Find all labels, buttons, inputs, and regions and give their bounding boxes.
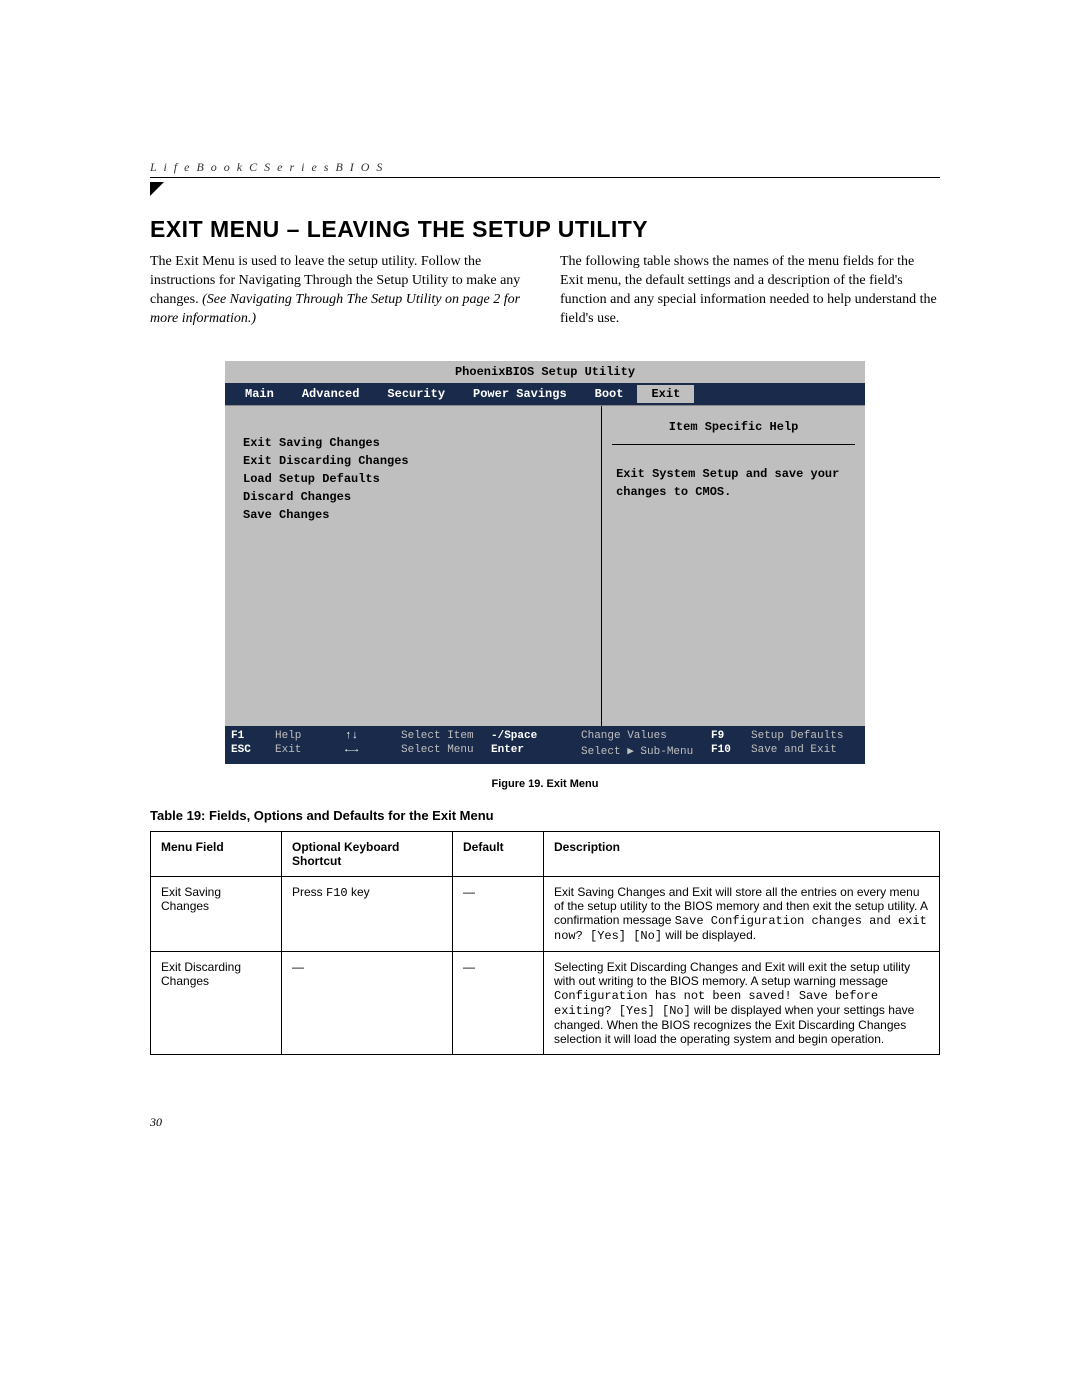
intro-col-2: The following table shows the names of t… <box>560 253 940 329</box>
label-select-menu: Select Menu <box>401 744 491 758</box>
bios-tab-boot: Boot <box>581 385 638 403</box>
key-f10: F10 <box>711 744 751 758</box>
bios-item-exit-saving: Exit Saving Changes <box>243 434 583 452</box>
bios-item-exit-discarding: Exit Discarding Changes <box>243 452 583 470</box>
cell-description: Selecting Exit Discarding Changes and Ex… <box>544 951 940 1054</box>
key-enter: Enter <box>491 744 581 758</box>
label-save-and-exit: Save and Exit <box>751 744 859 758</box>
bios-item-discard-changes: Discard Changes <box>243 488 583 506</box>
label-select-submenu: Select ▶ Sub-Menu <box>581 744 711 758</box>
bios-menu-items: Exit Saving Changes Exit Discarding Chan… <box>225 406 602 726</box>
cell-shortcut: — <box>282 951 453 1054</box>
table-row: Exit Saving Changes Press F10 key — Exit… <box>151 876 940 951</box>
label-change-values: Change Values <box>581 730 711 742</box>
intro-col1-reference: (See Navigating Through The Setup Utilit… <box>150 292 520 326</box>
bios-help-title: Item Specific Help <box>612 414 855 445</box>
key-f1: F1 <box>231 730 275 742</box>
bios-footer-keys: F1 Help ↑↓ Select Item -/Space Change Va… <box>225 726 865 764</box>
th-description: Description <box>544 831 940 876</box>
key-space: -/Space <box>491 730 581 742</box>
cell-field: Exit Discarding Changes <box>151 951 282 1054</box>
cell-field: Exit Saving Changes <box>151 876 282 951</box>
bios-help-pane: Item Specific Help Exit System Setup and… <box>602 406 865 726</box>
table-title: Table 19: Fields, Options and Defaults f… <box>150 808 940 823</box>
header-triangle-icon <box>150 182 940 196</box>
cell-shortcut: Press F10 key <box>282 876 453 951</box>
bios-item-load-defaults: Load Setup Defaults <box>243 470 583 488</box>
bios-tab-advanced: Advanced <box>288 385 374 403</box>
fields-table: Menu Field Optional Keyboard Shortcut De… <box>150 831 940 1055</box>
label-exit: Exit <box>275 744 345 758</box>
cell-default: — <box>453 876 544 951</box>
bios-tab-security: Security <box>373 385 459 403</box>
table-row: Exit Discarding Changes — — Selecting Ex… <box>151 951 940 1054</box>
section-title: EXIT MENU – LEAVING THE SETUP UTILITY <box>150 216 940 243</box>
cell-default: — <box>453 951 544 1054</box>
running-header: L i f e B o o k C S e r i e s B I O S <box>150 160 940 178</box>
th-shortcut: Optional Keyboard Shortcut <box>282 831 453 876</box>
key-updown: ↑↓ <box>345 730 401 742</box>
label-setup-defaults: Setup Defaults <box>751 730 859 742</box>
bios-help-body: Exit System Setup and save your changes … <box>612 465 855 501</box>
key-f9: F9 <box>711 730 751 742</box>
figure-caption: Figure 19. Exit Menu <box>150 778 940 790</box>
bios-screenshot: PhoenixBIOS Setup Utility Main Advanced … <box>225 361 865 764</box>
key-leftright: ←→ <box>345 744 401 758</box>
intro-col-1: The Exit Menu is used to leave the setup… <box>150 253 530 329</box>
bios-title-bar: PhoenixBIOS Setup Utility <box>225 361 865 383</box>
label-select-item: Select Item <box>401 730 491 742</box>
key-esc: ESC <box>231 744 275 758</box>
page-number: 30 <box>150 1115 940 1130</box>
table-header-row: Menu Field Optional Keyboard Shortcut De… <box>151 831 940 876</box>
th-default: Default <box>453 831 544 876</box>
bios-tab-power-savings: Power Savings <box>459 385 581 403</box>
bios-tab-main: Main <box>231 385 288 403</box>
label-help: Help <box>275 730 345 742</box>
cell-description: Exit Saving Changes and Exit will store … <box>544 876 940 951</box>
bios-menubar: Main Advanced Security Power Savings Boo… <box>225 383 865 405</box>
th-menu-field: Menu Field <box>151 831 282 876</box>
intro-columns: The Exit Menu is used to leave the setup… <box>150 253 940 329</box>
bios-tab-exit: Exit <box>637 385 694 403</box>
bios-item-save-changes: Save Changes <box>243 506 583 524</box>
